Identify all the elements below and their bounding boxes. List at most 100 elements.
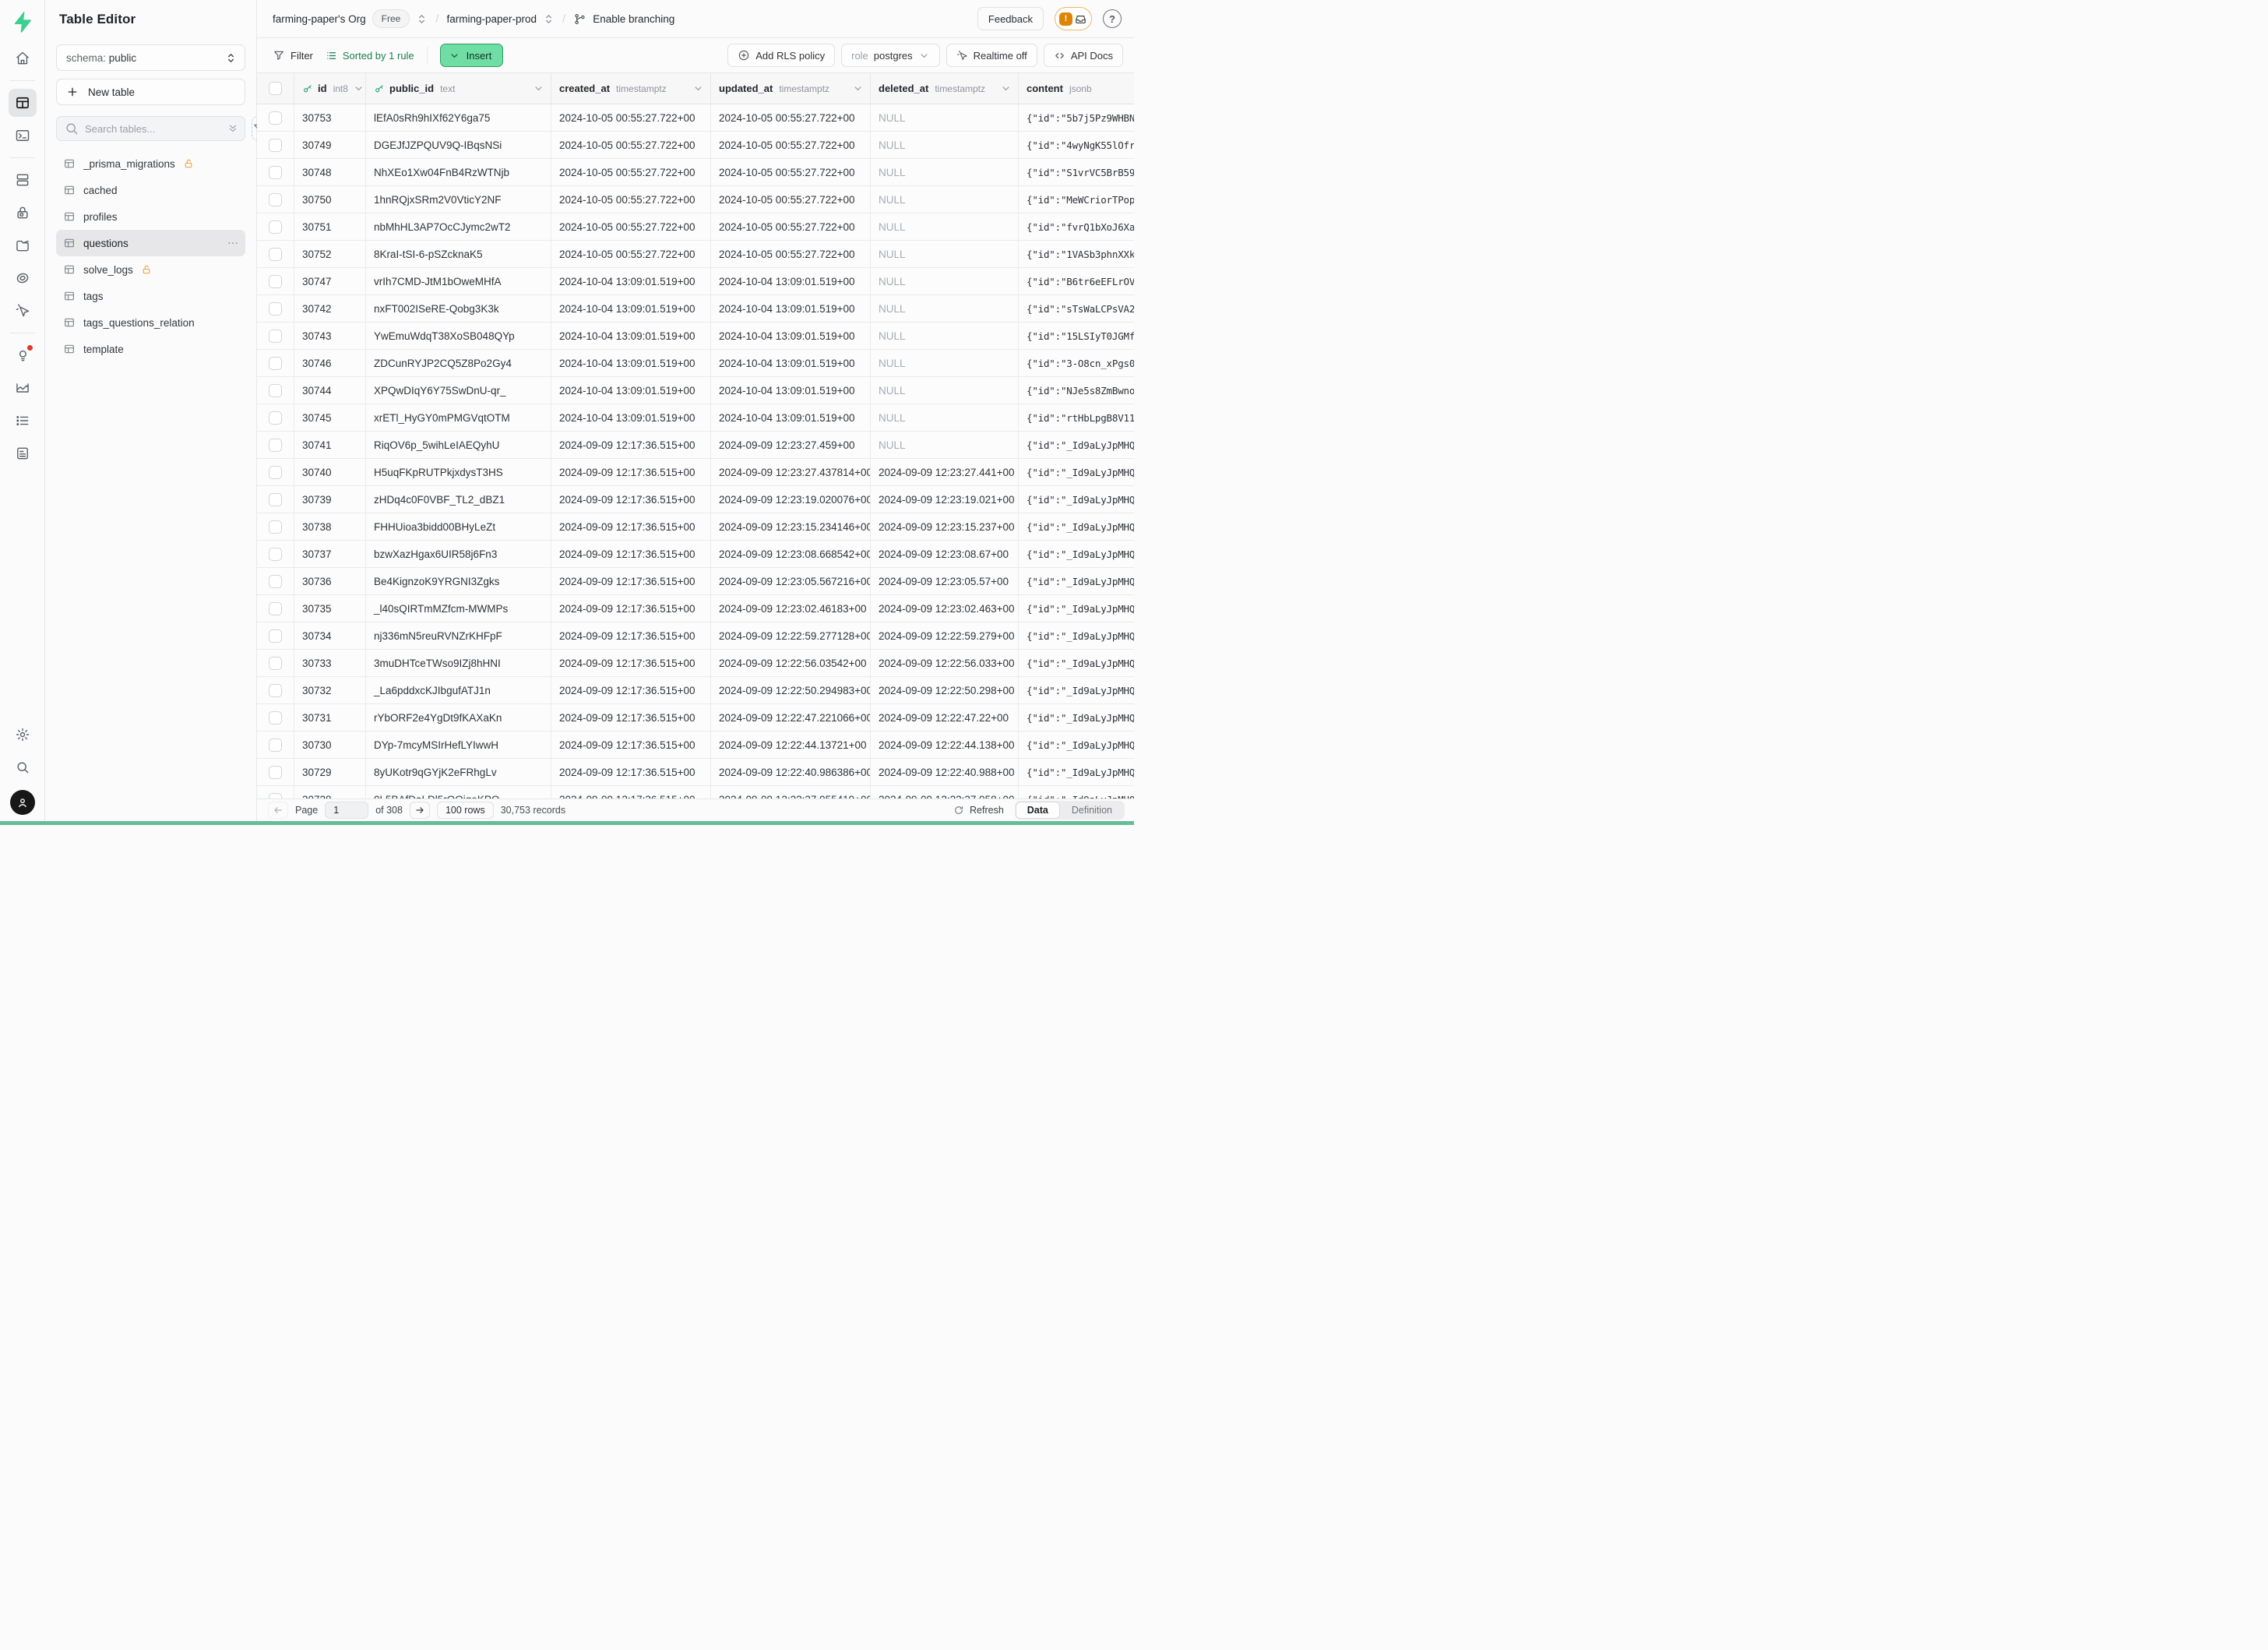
cell-updated_at[interactable]: 2024-10-04 13:09:01.519+00 — [711, 404, 871, 431]
cell-content[interactable]: {"id":"_Id9aLyJpMHQLaiQC — [1019, 650, 1134, 676]
cell-updated_at[interactable]: 2024-10-04 13:09:01.519+00 — [711, 268, 871, 294]
cell-created_at[interactable]: 2024-09-09 12:17:36.515+00 — [551, 622, 711, 649]
new-table-button[interactable]: New table — [56, 79, 245, 105]
breadcrumb-org[interactable]: farming-paper's Org Free — [273, 9, 428, 28]
row-checkbox[interactable] — [269, 248, 282, 261]
cell-updated_at[interactable]: 2024-10-04 13:09:01.519+00 — [711, 377, 871, 404]
rail-item-table-editor[interactable] — [9, 89, 37, 117]
prev-page-button[interactable] — [268, 802, 288, 819]
cell-public_id[interactable]: RiqOV6p_5wihLeIAEQyhU — [366, 432, 551, 458]
cell-deleted_at[interactable]: 2024-09-09 12:23:05.57+00 — [871, 568, 1019, 594]
cell-deleted_at[interactable]: NULL — [871, 186, 1019, 213]
rows-per-page-button[interactable]: 100 rows — [437, 802, 494, 819]
cell-id[interactable]: 30750 — [294, 186, 366, 213]
cell-public_id[interactable]: bzwXazHgax6UIR58j6Fn3 — [366, 541, 551, 567]
cell-created_at[interactable]: 2024-10-05 00:55:27.722+00 — [551, 241, 711, 267]
cell-content[interactable]: {"id":"1VASb3phnXXkQPCpv — [1019, 241, 1134, 267]
cell-deleted_at[interactable]: 2024-09-09 12:22:56.033+00 — [871, 650, 1019, 676]
refresh-button[interactable]: Refresh — [953, 805, 1004, 816]
rail-item-storage[interactable] — [9, 231, 37, 259]
cell-id[interactable]: 30734 — [294, 622, 366, 649]
row-checkbox[interactable] — [269, 793, 282, 799]
cell-id[interactable]: 30753 — [294, 104, 366, 131]
row-checkbox[interactable] — [269, 657, 282, 670]
cell-content[interactable]: {"id":"_Id9aLyJpMHQLaiQC — [1019, 568, 1134, 594]
cell-id[interactable]: 30728 — [294, 786, 366, 799]
cell-id[interactable]: 30735 — [294, 595, 366, 622]
rail-item-api-docs[interactable] — [9, 439, 37, 467]
cell-id[interactable]: 30741 — [294, 432, 366, 458]
cell-updated_at[interactable]: 2024-10-05 00:55:27.722+00 — [711, 132, 871, 158]
cell-content[interactable]: {"id":"5b7j5Pz9WHBNmY_A — [1019, 104, 1134, 131]
cell-deleted_at[interactable]: 2024-09-09 12:22:44.138+00 — [871, 732, 1019, 758]
cell-updated_at[interactable]: 2024-09-09 12:22:56.03542+00 — [711, 650, 871, 676]
sidebar-table-tags[interactable]: tags — [56, 283, 245, 309]
cell-public_id[interactable]: vrIh7CMD-JtM1bOweMHfA — [366, 268, 551, 294]
cell-public_id[interactable]: H5uqFKpRUTPkjxdysT3HS — [366, 459, 551, 485]
cell-updated_at[interactable]: 2024-10-05 00:55:27.722+00 — [711, 104, 871, 131]
cell-id[interactable]: 30747 — [294, 268, 366, 294]
cell-id[interactable]: 30739 — [294, 486, 366, 513]
cell-deleted_at[interactable]: NULL — [871, 295, 1019, 322]
supabase-logo-icon[interactable] — [9, 8, 37, 36]
cell-updated_at[interactable]: 2024-09-09 12:23:02.46183+00 — [711, 595, 871, 622]
cell-public_id[interactable]: 0L5BAfDaLDl5rQOiqeKPO — [366, 786, 551, 799]
role-select[interactable]: role postgres — [841, 44, 940, 67]
cell-id[interactable]: 30742 — [294, 295, 366, 322]
rail-item-home[interactable] — [9, 44, 37, 72]
cell-content[interactable]: {"id":"fvrQ1bXoJ6XaAD08G — [1019, 213, 1134, 240]
cell-created_at[interactable]: 2024-10-05 00:55:27.722+00 — [551, 159, 711, 185]
cell-public_id[interactable]: nbMhHL3AP7OcCJymc2wT2 — [366, 213, 551, 240]
cell-created_at[interactable]: 2024-09-09 12:17:36.515+00 — [551, 513, 711, 540]
rail-item-search[interactable] — [9, 753, 37, 781]
cell-content[interactable]: {"id":"MeWCriorTPopA4Kc9 — [1019, 186, 1134, 213]
user-avatar[interactable] — [10, 790, 35, 815]
row-checkbox[interactable] — [269, 384, 282, 397]
row-checkbox[interactable] — [269, 302, 282, 316]
sort-button[interactable]: Sorted by 1 rule — [326, 50, 414, 62]
cell-content[interactable]: {"id":"_Id9aLyJpMHQLaiQC — [1019, 595, 1134, 622]
column-menu-icon[interactable] — [1000, 83, 1012, 94]
cell-deleted_at[interactable]: NULL — [871, 323, 1019, 349]
row-checkbox[interactable] — [269, 548, 282, 561]
cell-public_id[interactable]: DYp-7mcyMSIrHefLYIwwH — [366, 732, 551, 758]
column-header-content[interactable]: contentjsonb — [1019, 73, 1134, 104]
cell-deleted_at[interactable]: NULL — [871, 213, 1019, 240]
cell-id[interactable]: 30737 — [294, 541, 366, 567]
cell-content[interactable]: {"id":"15LSIyT0JGMf3Kl4Vn — [1019, 323, 1134, 349]
column-menu-icon[interactable] — [852, 83, 864, 94]
cell-created_at[interactable]: 2024-10-04 13:09:01.519+00 — [551, 350, 711, 376]
rail-item-advisors[interactable] — [9, 341, 37, 369]
cell-id[interactable]: 30736 — [294, 568, 366, 594]
plan-badge[interactable]: Free — [372, 9, 410, 28]
schema-select[interactable]: schema: public — [56, 44, 245, 71]
cell-created_at[interactable]: 2024-10-05 00:55:27.722+00 — [551, 213, 711, 240]
column-menu-icon[interactable] — [353, 83, 364, 94]
cell-updated_at[interactable]: 2024-09-09 12:22:37.955419+00 — [711, 786, 871, 799]
cell-content[interactable]: {"id":"_Id9aLyJpMHQLaiQC — [1019, 786, 1134, 799]
sidebar-table-cached[interactable]: cached — [56, 177, 245, 203]
cell-public_id[interactable]: NhXEo1Xw04FnB4RzWTNjb — [366, 159, 551, 185]
cell-content[interactable]: {"id":"sTsWaLCPsVA2WuK2 — [1019, 295, 1134, 322]
sidebar-table-questions[interactable]: questions — [56, 230, 245, 256]
row-checkbox[interactable] — [269, 711, 282, 725]
cell-deleted_at[interactable]: NULL — [871, 104, 1019, 131]
rail-item-edge-functions[interactable] — [9, 264, 37, 292]
cell-id[interactable]: 30752 — [294, 241, 366, 267]
cell-created_at[interactable]: 2024-09-09 12:17:36.515+00 — [551, 432, 711, 458]
row-checkbox[interactable] — [269, 575, 282, 588]
cell-updated_at[interactable]: 2024-09-09 12:22:40.986386+00 — [711, 759, 871, 785]
cell-created_at[interactable]: 2024-10-05 00:55:27.722+00 — [551, 186, 711, 213]
rail-item-realtime[interactable] — [9, 297, 37, 325]
cell-created_at[interactable]: 2024-09-09 12:17:36.515+00 — [551, 568, 711, 594]
cell-created_at[interactable]: 2024-10-04 13:09:01.519+00 — [551, 323, 711, 349]
row-checkbox[interactable] — [269, 111, 282, 125]
row-checkbox[interactable] — [269, 275, 282, 288]
cell-public_id[interactable]: FHHUioa3bidd00BHyLeZt — [366, 513, 551, 540]
cell-created_at[interactable]: 2024-09-09 12:17:36.515+00 — [551, 732, 711, 758]
cell-public_id[interactable]: XPQwDIqY6Y75SwDnU-qr_ — [366, 377, 551, 404]
cell-deleted_at[interactable]: NULL — [871, 350, 1019, 376]
cell-updated_at[interactable]: 2024-09-09 12:22:44.13721+00 — [711, 732, 871, 758]
cell-created_at[interactable]: 2024-10-04 13:09:01.519+00 — [551, 268, 711, 294]
column-menu-icon[interactable] — [533, 83, 544, 94]
